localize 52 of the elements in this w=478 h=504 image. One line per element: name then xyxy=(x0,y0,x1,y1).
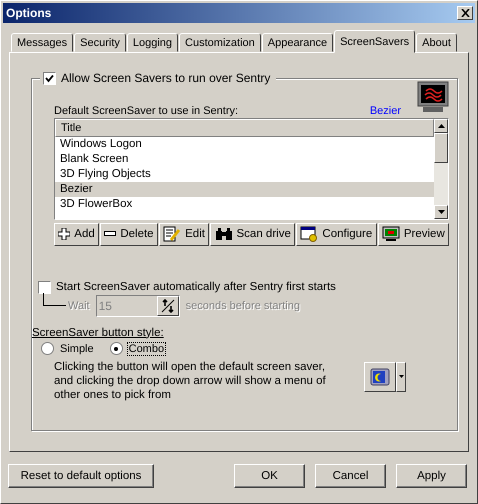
caret-icon xyxy=(398,375,404,378)
toolbar-button[interactable]: Delete xyxy=(100,222,158,246)
tab[interactable]: Appearance xyxy=(262,33,334,52)
document-pencil-icon xyxy=(163,226,182,242)
current-screensaver: Bezier xyxy=(370,104,401,118)
up-down-arrows-icon xyxy=(160,298,175,312)
close-icon xyxy=(460,9,470,17)
down-arrow-icon xyxy=(438,210,444,214)
monitor-icon xyxy=(382,226,400,242)
checkbox[interactable] xyxy=(38,280,51,294)
description-text: Clicking the button will open the default screen saver, and clicking the drop down arrow will show a menu of other ones to pick from xyxy=(54,360,327,402)
tab[interactable]: About xyxy=(416,33,457,52)
list-item[interactable]: 3D FlowerBox xyxy=(55,196,434,212)
scrollbar[interactable] xyxy=(434,118,448,218)
monitor-moon-icon xyxy=(369,366,391,388)
toolbar-button[interactable]: Configure xyxy=(296,222,377,246)
ok-button[interactable]: OK xyxy=(234,464,305,488)
plus-icon xyxy=(58,228,70,240)
button-style-heading: ScreenSaver button style: xyxy=(32,326,165,338)
cancel-button[interactable]: Cancel xyxy=(315,464,386,488)
combo-button-preview[interactable] xyxy=(364,362,406,392)
apply-button[interactable]: Apply xyxy=(396,464,467,488)
toolbar-button[interactable]: Edit xyxy=(158,222,210,246)
binoculars-icon xyxy=(214,227,233,241)
toolbar-button[interactable]: Add xyxy=(54,222,100,246)
wait-suffix: seconds before starting xyxy=(186,300,300,312)
radio-option[interactable]: Simple xyxy=(41,342,96,356)
tab[interactable]: Messages xyxy=(11,33,74,52)
list-item[interactable]: 3D Flying Objects xyxy=(55,166,434,182)
toolbar-button[interactable]: Scan drive xyxy=(210,222,296,246)
list-item[interactable]: Windows Logon xyxy=(55,136,434,152)
reset-button[interactable]: Reset to default options xyxy=(8,464,154,488)
close-button[interactable] xyxy=(457,6,473,20)
connector-line xyxy=(43,293,66,306)
minus-icon xyxy=(104,231,116,237)
monitor-icon xyxy=(417,80,449,112)
up-arrow-icon xyxy=(438,124,444,128)
window-gear-icon xyxy=(300,226,318,242)
toolbar-button[interactable]: Preview xyxy=(378,222,450,246)
list-item[interactable]: Bezier xyxy=(55,182,434,196)
window-title: Options xyxy=(6,6,52,20)
wait-label: Wait xyxy=(68,300,90,312)
allow-checkbox-label[interactable]: Allow Screen Savers to run over Sentry xyxy=(40,71,276,85)
tab[interactable]: ScreenSavers xyxy=(334,30,416,53)
tab[interactable]: Security xyxy=(74,33,126,52)
default-label: Default ScreenSaver to use in Sentry: xyxy=(54,104,240,118)
auto-start-checkbox-label[interactable]: Start ScreenSaver automatically after Sentry first starts xyxy=(38,280,449,294)
column-header[interactable]: Title xyxy=(55,118,434,136)
list-item[interactable]: Blank Screen xyxy=(55,152,434,166)
checkbox[interactable] xyxy=(43,72,56,84)
tab[interactable]: Logging xyxy=(126,33,178,52)
tab[interactable]: Customization xyxy=(179,33,261,52)
